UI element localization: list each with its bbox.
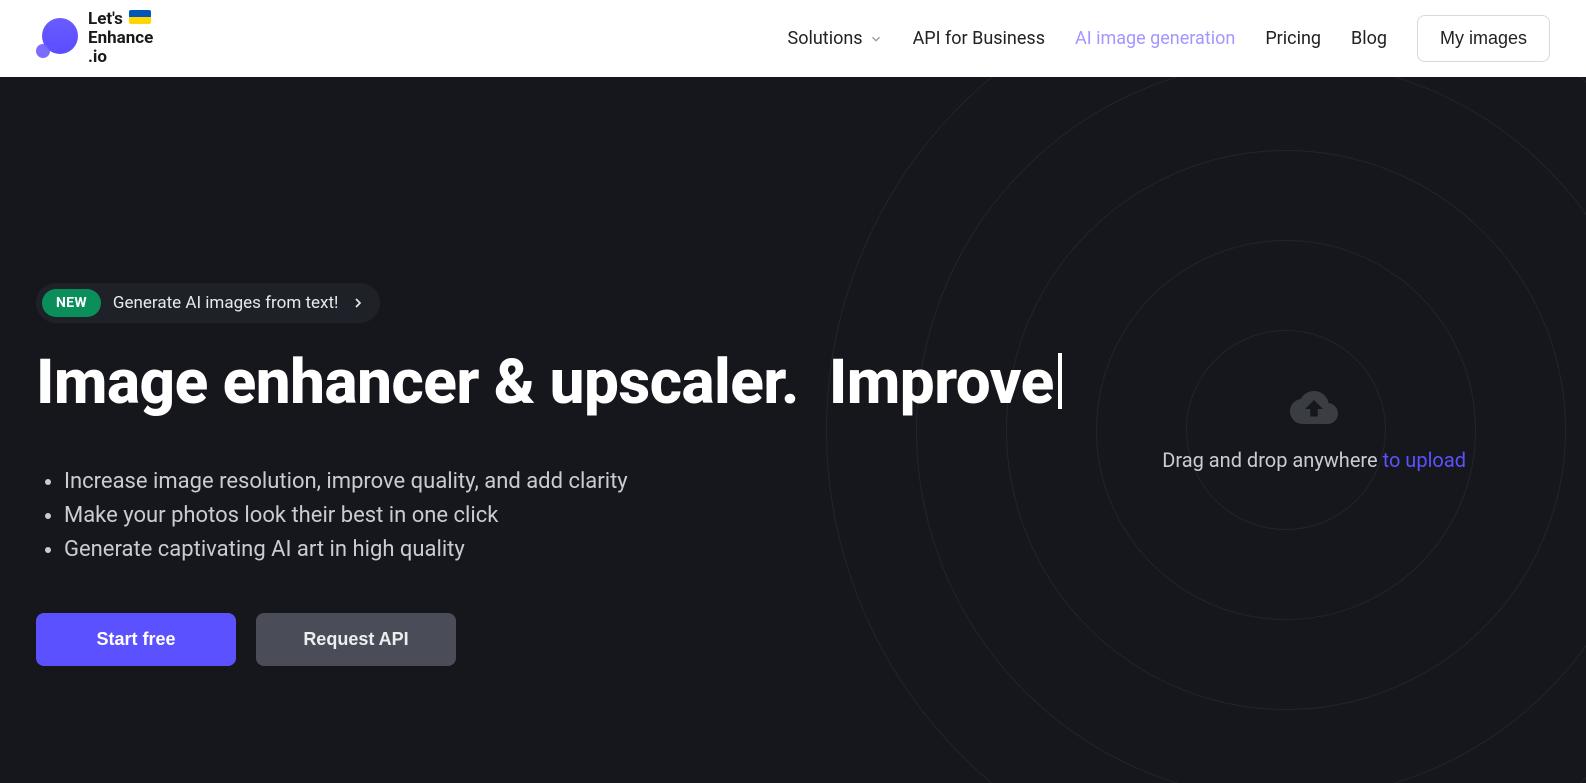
hero-section: NEW Generate AI images from text! Image … bbox=[0, 77, 1586, 783]
logo-mark-icon bbox=[36, 18, 78, 60]
upload-text: Drag and drop anywhere to upload bbox=[1162, 448, 1466, 472]
title-static: Image enhancer & upscaler. bbox=[36, 346, 799, 419]
start-free-button[interactable]: Start free bbox=[36, 613, 236, 666]
main-nav: Solutions API for Business AI image gene… bbox=[788, 15, 1550, 62]
cloud-upload-icon bbox=[1290, 388, 1338, 424]
feature-bullets: Increase image resolution, improve quali… bbox=[36, 465, 1550, 567]
bullet-item: Make your photos look their best in one … bbox=[64, 499, 1550, 533]
pill-text: Generate AI images from text! bbox=[113, 293, 339, 313]
nav-solutions-label: Solutions bbox=[788, 28, 863, 49]
chevron-down-icon bbox=[869, 32, 883, 46]
request-api-button[interactable]: Request API bbox=[256, 613, 456, 666]
nav-api[interactable]: API for Business bbox=[913, 28, 1045, 49]
upload-dropzone[interactable]: Drag and drop anywhere to upload bbox=[1162, 388, 1466, 472]
upload-text-prefix: Drag and drop anywhere bbox=[1162, 448, 1382, 472]
typing-cursor-icon bbox=[1058, 353, 1062, 409]
logo-line-2: Enhance bbox=[88, 29, 153, 48]
bullet-item: Generate captivating AI art in high qual… bbox=[64, 533, 1550, 567]
logo-line-3: .io bbox=[88, 48, 153, 67]
my-images-button[interactable]: My images bbox=[1417, 15, 1550, 62]
new-badge: NEW bbox=[42, 289, 101, 317]
nav-blog[interactable]: Blog bbox=[1351, 28, 1387, 49]
chevron-right-icon bbox=[350, 295, 366, 311]
upload-link[interactable]: to upload bbox=[1383, 448, 1466, 472]
ukraine-flag-icon bbox=[129, 10, 151, 24]
new-feature-pill[interactable]: NEW Generate AI images from text! bbox=[36, 283, 380, 323]
logo-line-1: Let's bbox=[88, 9, 123, 29]
site-header: Let's Enhance .io Solutions API for Busi… bbox=[0, 0, 1586, 77]
title-typing: Improve bbox=[829, 346, 1054, 419]
brand-logo[interactable]: Let's Enhance .io bbox=[36, 10, 153, 66]
logo-text: Let's Enhance .io bbox=[88, 10, 153, 66]
nav-pricing[interactable]: Pricing bbox=[1265, 28, 1321, 49]
nav-solutions[interactable]: Solutions bbox=[788, 28, 883, 49]
nav-ai-generation[interactable]: AI image generation bbox=[1075, 28, 1235, 49]
cta-row: Start free Request API bbox=[36, 613, 1550, 666]
